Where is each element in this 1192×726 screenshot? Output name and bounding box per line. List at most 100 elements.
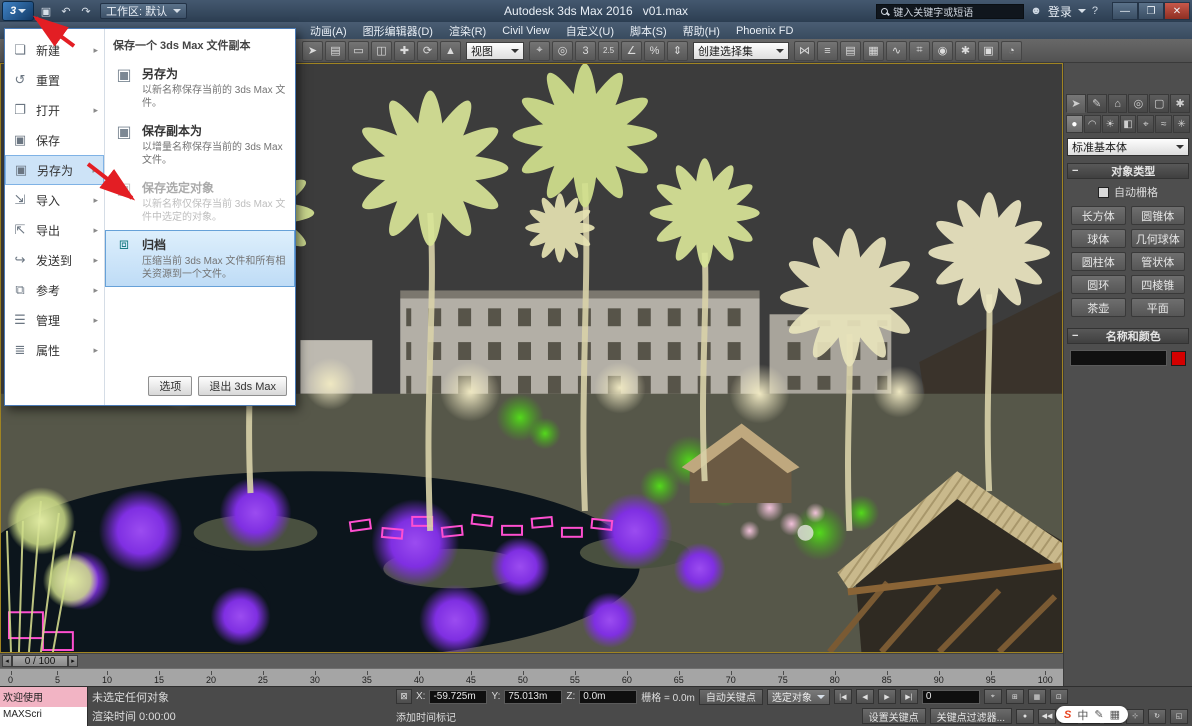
app-menu-properties[interactable]: ≣ 属性 ▸ xyxy=(5,335,104,365)
rendered-frame-icon[interactable]: ▣ xyxy=(978,40,999,61)
prev-key-icon[interactable]: ◀◀ xyxy=(1038,708,1056,724)
menu-customize[interactable]: 自定义(U) xyxy=(558,22,622,39)
ime-keyboard-icon[interactable]: ▦ xyxy=(1110,708,1120,721)
zoom-extents-icon[interactable]: ▦ xyxy=(1027,689,1046,705)
object-color-swatch[interactable] xyxy=(1171,350,1186,366)
menu-graph-editors[interactable]: 图形编辑器(D) xyxy=(355,22,441,39)
material-editor-icon[interactable]: ◉ xyxy=(932,40,953,61)
object-name-input[interactable] xyxy=(1070,350,1167,366)
exit-button[interactable]: 退出 3ds Max xyxy=(198,376,287,396)
app-menu-save-as[interactable]: ▣ 另存为 ▸ xyxy=(5,155,104,185)
x-coordinate-field[interactable]: -59.725m xyxy=(429,689,488,704)
menu-scripting[interactable]: 脚本(S) xyxy=(622,22,675,39)
snap-3d-icon[interactable]: 3 xyxy=(575,40,596,61)
help-icon[interactable]: ? xyxy=(1092,5,1098,17)
go-end-icon[interactable]: ▶| xyxy=(899,689,918,705)
percent-snap-icon[interactable]: % xyxy=(644,40,665,61)
move-icon[interactable]: ✚ xyxy=(394,40,415,61)
shapes-category-icon[interactable]: ◠ xyxy=(1083,115,1101,133)
key-filters-button[interactable]: 关键点过滤器... xyxy=(929,708,1012,725)
isolate-icon[interactable]: ⌖ xyxy=(983,689,1002,705)
app-menu-open[interactable]: ❐ 打开 ▸ xyxy=(5,95,104,125)
use-center-icon[interactable]: ◎ xyxy=(552,40,573,61)
undo-icon[interactable]: ↶ xyxy=(56,2,76,20)
current-frame-field[interactable]: 0 xyxy=(921,689,980,704)
ribbon-toggle-icon[interactable]: ▦ xyxy=(863,40,884,61)
crossing-region-icon[interactable]: ◫ xyxy=(371,40,392,61)
cone-button[interactable]: 圆锥体 xyxy=(1130,206,1185,225)
z-coordinate-field[interactable]: 0.0m xyxy=(579,689,638,704)
display-tab-icon[interactable]: ▢ xyxy=(1149,94,1170,113)
app-menu-export[interactable]: ⇱ 导出 ▸ xyxy=(5,215,104,245)
angle-snap-icon[interactable]: ∠ xyxy=(621,40,642,61)
schematic-view-icon[interactable]: ⌗ xyxy=(909,40,930,61)
orbit-icon[interactable]: ↻ xyxy=(1148,708,1166,724)
plane-button[interactable]: 平面 xyxy=(1130,298,1185,317)
select-object-icon[interactable]: ➤ xyxy=(302,40,323,61)
search-input[interactable]: 键入关键字或短语 xyxy=(876,3,1025,19)
rotate-icon[interactable]: ⟳ xyxy=(417,40,438,61)
motion-tab-icon[interactable]: ◎ xyxy=(1128,94,1149,113)
named-selection-set-dropdown[interactable]: 创建选择集 xyxy=(693,41,789,60)
signin-button[interactable]: 登录 xyxy=(1048,3,1072,20)
key-mode-icon[interactable]: ● xyxy=(1016,708,1034,724)
app-menu-save[interactable]: ▣ 保存 xyxy=(5,125,104,155)
selected-objects-dropdown[interactable]: 选定对象 xyxy=(766,688,830,705)
add-time-tag[interactable]: 添加时间标记 xyxy=(396,709,456,724)
app-menu-new[interactable]: ❏ 新建 ▸ xyxy=(5,35,104,65)
listener-output[interactable]: 欢迎使用 xyxy=(0,687,87,707)
geometry-subtype-dropdown[interactable]: 标准基本体 xyxy=(1067,138,1189,156)
redo-icon[interactable]: ↷ xyxy=(76,2,96,20)
zoom-region-icon[interactable]: ⊹ xyxy=(1126,708,1144,724)
torus-button[interactable]: 圆环 xyxy=(1071,275,1126,294)
app-menu-references[interactable]: ⧉ 参考 ▸ xyxy=(5,275,104,305)
workspace-dropdown[interactable]: 工作区: 默认 xyxy=(100,3,188,19)
ref-coord-icon[interactable]: ⌖ xyxy=(529,40,550,61)
app-menu-reset[interactable]: ↺ 重置 xyxy=(5,65,104,95)
minimize-button[interactable]: — xyxy=(1112,2,1138,20)
chevron-down-icon[interactable] xyxy=(1077,9,1086,13)
maximize-button[interactable]: ❐ xyxy=(1138,2,1164,20)
autogrid-checkbox[interactable] xyxy=(1098,186,1109,198)
app-menu-manage[interactable]: ☰ 管理 ▸ xyxy=(5,305,104,335)
maximize-viewport-icon[interactable]: ⊡ xyxy=(1049,689,1068,705)
align-icon[interactable]: ≡ xyxy=(817,40,838,61)
spacewarps-category-icon[interactable]: ≈ xyxy=(1155,115,1173,133)
menu-help[interactable]: 帮助(H) xyxy=(675,22,728,39)
create-tab-icon[interactable]: ➤ xyxy=(1066,94,1086,113)
reference-coordsys-dropdown[interactable]: 视图 xyxy=(466,41,524,60)
cameras-category-icon[interactable]: ◧ xyxy=(1119,115,1137,133)
lights-category-icon[interactable]: ☀ xyxy=(1101,115,1119,133)
snap-25d-icon[interactable]: 2.5 xyxy=(598,40,619,61)
save-as-option[interactable]: ▣ 另存为 以新名称保存当前的 3ds Max 文件。 xyxy=(105,59,295,116)
pyramid-button[interactable]: 四棱锥 xyxy=(1130,275,1185,294)
tube-button[interactable]: 管状体 xyxy=(1130,252,1185,271)
menu-rendering[interactable]: 渲染(R) xyxy=(441,22,494,39)
app-menu-send-to[interactable]: ↪ 发送到 ▸ xyxy=(5,245,104,275)
sphere-button[interactable]: 球体 xyxy=(1071,229,1126,248)
mirror-icon[interactable]: ⋈ xyxy=(794,40,815,61)
rect-region-icon[interactable]: ▭ xyxy=(348,40,369,61)
close-button[interactable]: ✕ xyxy=(1164,2,1190,20)
options-button[interactable]: 选项 xyxy=(148,376,193,396)
teapot-button[interactable]: 茶壶 xyxy=(1071,298,1126,317)
time-slider[interactable]: ◂ 0 / 100 ▸ xyxy=(0,653,1063,668)
ime-toolbar[interactable]: S 中 ✎ ▦ xyxy=(1056,706,1128,723)
helpers-category-icon[interactable]: ⌖ xyxy=(1137,115,1155,133)
geosphere-button[interactable]: 几何球体 xyxy=(1130,229,1185,248)
render-setup-icon[interactable]: ✱ xyxy=(955,40,976,61)
set-key-button[interactable]: 设置关键点 xyxy=(861,708,926,725)
ime-mode[interactable]: 中 xyxy=(1077,707,1088,723)
go-start-icon[interactable]: |◀ xyxy=(833,689,852,705)
geometry-category-icon[interactable]: ● xyxy=(1066,115,1083,133)
prev-frame-button[interactable]: ◂ xyxy=(2,655,12,667)
3dsmax-logo-button[interactable]: 3 xyxy=(2,1,34,21)
menu-civil-view[interactable]: Civil View xyxy=(494,22,557,39)
name-color-rollout-header[interactable]: − 名称和颜色 xyxy=(1067,328,1189,344)
next-frame-button[interactable]: ▸ xyxy=(68,655,78,667)
pan-icon[interactable]: ⊞ xyxy=(1005,689,1024,705)
render-production-icon[interactable]: ◔ xyxy=(1001,40,1022,61)
prev-frame-icon[interactable]: ◀ xyxy=(855,689,874,705)
menu-phoenix-fd[interactable]: Phoenix FD xyxy=(728,22,801,39)
track-bar[interactable]: 0 5 10 15 20 25 30 35 40 45 50 55 60 65 … xyxy=(0,668,1063,686)
